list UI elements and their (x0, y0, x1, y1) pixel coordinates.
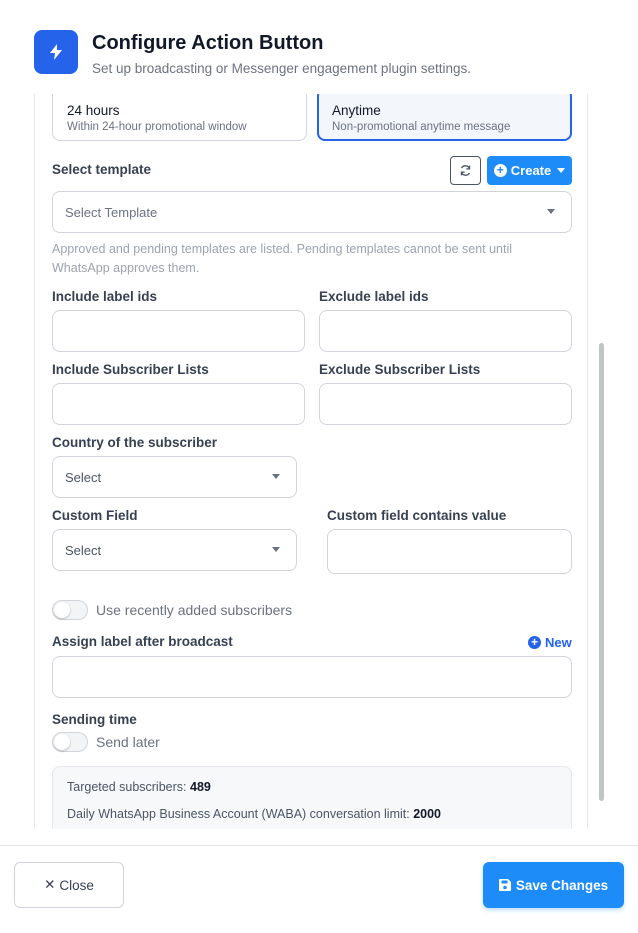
custom-value-label: Custom field contains value (327, 508, 507, 523)
option-title: 24 hours (67, 103, 120, 118)
exclude-lists-input[interactable] (319, 383, 572, 425)
save-icon (498, 879, 511, 891)
custom-field-label: Custom Field (52, 508, 138, 523)
save-changes-button[interactable]: Save Changes (483, 862, 624, 908)
exclude-label-ids-label: Exclude label ids (319, 289, 429, 304)
limit-label: Daily WhatsApp Business Account (WABA) c… (67, 807, 410, 821)
chevron-down-icon (557, 168, 566, 173)
modal-footer: ✕ Close Save Changes (0, 845, 638, 933)
targeted-label: Targeted subscribers: (67, 780, 187, 794)
country-value: Select (65, 469, 102, 485)
exclude-label-ids-input[interactable] (319, 310, 572, 352)
custom-field-value: Select (65, 542, 102, 558)
plus-circle-icon: + (528, 636, 541, 649)
include-lists-label: Include Subscriber Lists (52, 362, 209, 377)
new-label-link[interactable]: + New (528, 635, 572, 650)
new-label-text: New (545, 635, 572, 650)
chevron-down-icon (547, 209, 555, 214)
country-select[interactable]: Select (52, 456, 297, 498)
refresh-button[interactable] (450, 156, 481, 185)
option-anytime[interactable]: Anytime Non-promotional anytime message (317, 94, 572, 141)
modal-header: Configure Action Button Set up broadcast… (0, 0, 638, 94)
close-button[interactable]: ✕ Close (14, 862, 124, 908)
chevron-down-icon (272, 547, 280, 552)
limit-value: 2000 (413, 807, 442, 821)
assign-label-label: Assign label after broadcast (52, 634, 233, 649)
save-label: Save Changes (515, 877, 609, 893)
include-label-ids-input[interactable] (52, 310, 305, 352)
option-description: Non-promotional anytime message (332, 121, 511, 133)
recent-subscribers-toggle[interactable] (52, 600, 88, 620)
template-placeholder: Select Template (65, 204, 158, 220)
waba-limit: Daily WhatsApp Business Account (WABA) c… (67, 807, 557, 829)
custom-value-input[interactable] (327, 529, 572, 574)
option-description: Within 24-hour promotional window (67, 121, 247, 133)
country-label: Country of the subscriber (52, 435, 218, 450)
scrollbar[interactable] (599, 343, 604, 801)
select-template-label: Select template (52, 162, 152, 177)
create-template-button[interactable]: + Create (487, 156, 572, 185)
sending-time-label: Sending time (52, 712, 137, 727)
exclude-lists-label: Exclude Subscriber Lists (319, 362, 481, 377)
assign-label-input[interactable] (52, 656, 572, 698)
include-lists-input[interactable] (52, 383, 305, 425)
send-later-toggle[interactable] (52, 732, 88, 752)
template-help-text: Approved and pending templates are liste… (52, 242, 513, 275)
chevron-down-icon (272, 474, 280, 479)
lightning-icon (34, 30, 78, 74)
modal-title: Configure Action Button (92, 32, 324, 54)
refresh-icon (460, 165, 471, 176)
custom-field-select[interactable]: Select (52, 529, 297, 571)
create-label: Create (510, 163, 552, 178)
include-label-ids-label: Include label ids (52, 289, 158, 304)
close-label: Close (59, 877, 94, 893)
modal-body[interactable]: 24 hours Within 24-hour promotional wind… (34, 94, 588, 829)
targeted-subscribers: Targeted subscribers: 489 (67, 780, 557, 807)
targeted-value: 489 (190, 780, 211, 794)
close-icon: ✕ (44, 877, 56, 892)
modal-subtitle: Set up broadcasting or Messenger engagem… (92, 61, 471, 76)
template-select[interactable]: Select Template (52, 191, 572, 233)
stats-panel: Targeted subscribers: 489 Daily WhatsApp… (52, 766, 572, 829)
option-24-hours[interactable]: 24 hours Within 24-hour promotional wind… (52, 94, 307, 141)
recent-subscribers-label: Use recently added subscribers (96, 602, 293, 618)
send-later-label: Send later (96, 734, 160, 750)
option-title: Anytime (332, 103, 381, 118)
plus-circle-icon: + (493, 164, 507, 177)
